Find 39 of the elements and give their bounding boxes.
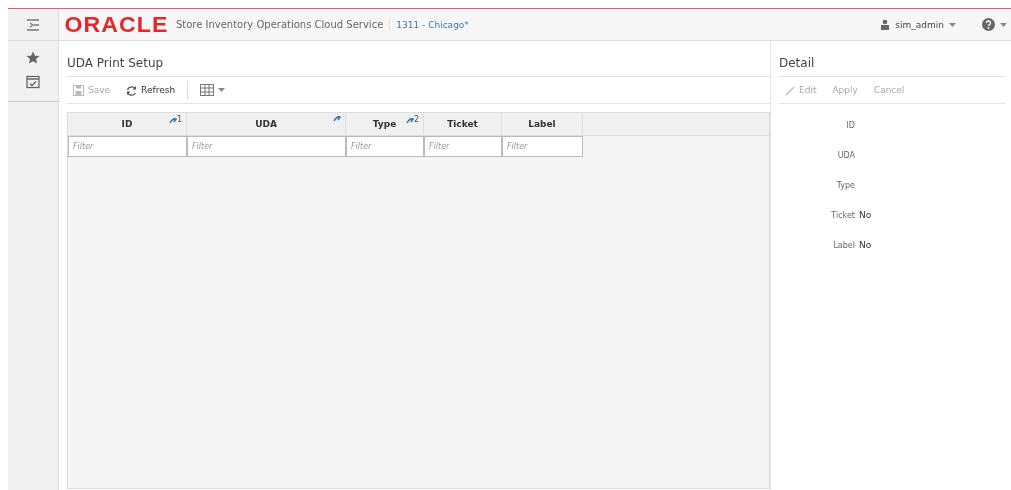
column-header[interactable]: Ticket [424, 113, 502, 135]
grid-icon [200, 84, 215, 96]
filter-field[interactable]: Filter [502, 136, 583, 157]
user-icon [880, 19, 891, 30]
column-header[interactable]: Type 2 [346, 113, 424, 135]
product-name: Store Inventory Operations Cloud Service [175, 19, 391, 30]
save-icon [73, 84, 84, 96]
logo: ORACLE [64, 11, 169, 38]
filter-field[interactable]: Filter [424, 136, 502, 157]
field-value: No [859, 240, 872, 250]
calendar-check-icon[interactable] [26, 75, 40, 89]
refresh-button[interactable]: Refresh [120, 82, 182, 98]
filter-field[interactable]: Filter [68, 136, 187, 157]
menu-icon[interactable] [26, 18, 40, 31]
user-menu[interactable]: sim_admin [876, 19, 960, 30]
store-link[interactable]: 1311 - Chicago* [396, 19, 469, 30]
field-label: UDA [836, 150, 855, 160]
page-title: UDA Print Setup [67, 41, 770, 77]
field-label: Label [832, 240, 855, 250]
column-header[interactable]: UDA [187, 113, 346, 135]
caret-icon [1000, 22, 1007, 27]
field-value: No [859, 210, 872, 220]
column-header[interactable]: ID 1 [68, 113, 187, 135]
column-header[interactable]: Label [502, 113, 583, 135]
sort-indicator[interactable]: 1 [168, 116, 182, 124]
pencil-icon [785, 84, 795, 96]
sort-indicator[interactable] [333, 116, 341, 122]
filter-field[interactable]: Filter [187, 136, 346, 157]
caret-icon [949, 22, 956, 27]
detail-title: Detail [779, 41, 1006, 77]
caret-icon [218, 88, 226, 92]
field-label: ID [845, 120, 855, 130]
help-icon [982, 18, 995, 31]
filter-field[interactable]: Filter [346, 136, 424, 157]
refresh-icon [126, 84, 138, 96]
field-label: Type [835, 180, 855, 190]
sort-indicator[interactable]: 2 [405, 116, 419, 124]
field-label: Ticket [830, 210, 855, 220]
star-icon[interactable] [26, 51, 40, 65]
